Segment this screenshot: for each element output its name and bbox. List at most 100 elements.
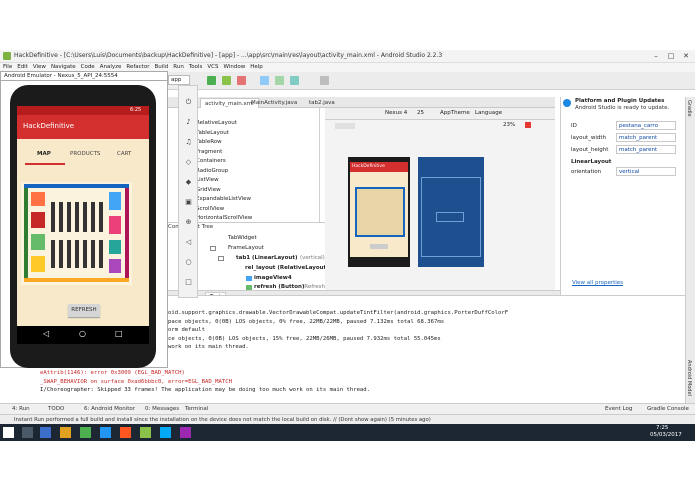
- palette-item[interactable]: Containers: [196, 158, 226, 164]
- refresh-button[interactable]: REFRESH: [68, 304, 100, 317]
- palette-item[interactable]: RadioGroup: [196, 168, 228, 174]
- tool-run[interactable]: 4: Run: [12, 406, 30, 412]
- preview-refresh-button: [370, 244, 388, 249]
- start-icon[interactable]: [3, 427, 14, 438]
- tab-tab2[interactable]: tab2.java: [305, 98, 339, 108]
- volume-up-icon[interactable]: ♪: [184, 118, 193, 127]
- map-aisle: [99, 240, 103, 268]
- tool-messages[interactable]: 0: Messages: [145, 406, 179, 412]
- taskbar-app-icon[interactable]: [180, 427, 191, 438]
- android-studio-icon: [3, 52, 11, 60]
- tab-products[interactable]: PRODUCTS: [70, 151, 100, 157]
- clock-time[interactable]: 7:25: [656, 425, 668, 431]
- tree-item-imageview4[interactable]: imageView4: [254, 275, 292, 281]
- prop-orientation-value[interactable]: vertical: [616, 167, 676, 176]
- run-config-select[interactable]: app: [168, 75, 190, 85]
- screenshot-icon[interactable]: ▣: [184, 198, 193, 207]
- map-aisle: [75, 240, 79, 268]
- api-select[interactable]: 25: [417, 110, 424, 116]
- map-section: [31, 234, 45, 250]
- taskbar-app-icon[interactable]: [40, 427, 51, 438]
- tool-event-log[interactable]: Event Log: [605, 406, 632, 412]
- palette-item[interactable]: ScrollView: [196, 206, 224, 212]
- prop-width-value[interactable]: match_parent: [616, 133, 676, 142]
- zoom-icon[interactable]: ⊕: [184, 218, 193, 227]
- tool-window-bar: 4: Run TODO 6: Android Monitor 0: Messag…: [0, 403, 695, 414]
- prop-id-value[interactable]: pestana_carro: [616, 121, 676, 130]
- close-button[interactable]: ✕: [679, 51, 693, 61]
- palette-item[interactable]: HorizontalScrollView: [196, 215, 252, 221]
- palette-item[interactable]: TableLayout: [196, 130, 229, 136]
- prop-width-label: layout_width: [571, 135, 607, 141]
- taskbar-app-icon[interactable]: [160, 427, 171, 438]
- palette-item[interactable]: RelativeLayout: [196, 120, 237, 126]
- minimize-button[interactable]: –: [649, 51, 663, 61]
- menu-tools[interactable]: Tools: [189, 63, 203, 72]
- android-model-tool-button[interactable]: Android Model: [686, 360, 692, 396]
- blueprint-preview[interactable]: [418, 157, 484, 267]
- tool-gradle-console[interactable]: Gradle Console: [647, 406, 689, 412]
- tool-android-monitor[interactable]: 6: Android Monitor: [84, 406, 135, 412]
- taskbar-app-icon[interactable]: [140, 427, 151, 438]
- map-aisle: [83, 202, 87, 232]
- avd-manager-icon[interactable]: [275, 76, 284, 85]
- sync-icon[interactable]: [260, 76, 269, 85]
- taskbar-app-icon[interactable]: [120, 427, 131, 438]
- power-icon[interactable]: ⏻: [184, 98, 193, 107]
- palette-item[interactable]: ExpandableListView: [196, 196, 251, 202]
- stop-icon[interactable]: [237, 76, 246, 85]
- tab-cart[interactable]: CART: [117, 151, 131, 157]
- rotate-right-icon[interactable]: ◆: [184, 178, 193, 187]
- search-icon[interactable]: [22, 427, 33, 438]
- store-map-image: [21, 182, 132, 285]
- tree-item-rel-layout[interactable]: rel_layout (RelativeLayout): [245, 265, 329, 271]
- image-icon: [246, 276, 252, 281]
- home-icon[interactable]: ○: [184, 258, 193, 267]
- maximize-button[interactable]: □: [664, 51, 678, 61]
- taskbar-app-icon[interactable]: [80, 427, 91, 438]
- home-icon[interactable]: ○: [79, 329, 86, 338]
- map-section: [31, 212, 45, 228]
- tree-item-tab1[interactable]: tab1 (LinearLayout): [236, 255, 297, 261]
- palette-item[interactable]: ListView: [196, 177, 219, 183]
- tree-item-framelayout[interactable]: FrameLayout: [228, 245, 264, 251]
- tab-main-activity[interactable]: MainActivity.java: [247, 98, 301, 108]
- map-aisle: [83, 240, 87, 268]
- help-icon[interactable]: [320, 76, 329, 85]
- device-select[interactable]: Nexus 4: [385, 110, 407, 116]
- sdk-manager-icon[interactable]: [290, 76, 299, 85]
- palette-item[interactable]: GridView: [196, 187, 221, 193]
- tree-item-tabwidget[interactable]: TabWidget: [228, 235, 257, 241]
- menu-run[interactable]: Run: [173, 63, 184, 72]
- error-icon[interactable]: [525, 122, 531, 128]
- recents-icon[interactable]: □: [115, 329, 123, 338]
- app-title: HackDefinitive: [23, 122, 75, 130]
- theme-select[interactable]: AppTheme: [440, 110, 470, 116]
- clock-date[interactable]: 05/03/2017: [650, 432, 682, 438]
- volume-down-icon[interactable]: ♫: [184, 138, 193, 147]
- language-select[interactable]: Language: [475, 110, 502, 116]
- tool-terminal[interactable]: Terminal: [185, 406, 208, 412]
- overview-icon[interactable]: □: [184, 278, 193, 287]
- menu-help[interactable]: Help: [250, 63, 263, 72]
- gradle-tool-button[interactable]: Gradle: [686, 100, 692, 117]
- layout-preview[interactable]: HackDefinitive: [348, 157, 410, 267]
- design-toolbar: Nexus 4 25 AppTheme Language: [325, 108, 555, 120]
- taskbar-app-icon[interactable]: [100, 427, 111, 438]
- tab-map[interactable]: MAP: [37, 151, 51, 157]
- palette-item[interactable]: TableRow: [196, 139, 222, 145]
- palette-item[interactable]: Fragment: [196, 149, 222, 155]
- rotate-left-icon[interactable]: ◇: [184, 158, 193, 167]
- prop-height-value[interactable]: match_parent: [616, 145, 676, 154]
- view-all-properties-link[interactable]: View all properties: [572, 280, 623, 286]
- menu-window[interactable]: Window: [224, 63, 246, 72]
- back-icon[interactable]: ◁: [184, 238, 193, 247]
- tool-todo[interactable]: TODO: [48, 406, 64, 412]
- map-section: [109, 240, 121, 254]
- run-icon[interactable]: [207, 76, 216, 85]
- preview-map-image: [355, 187, 405, 237]
- menu-vcs[interactable]: VCS: [207, 63, 218, 72]
- taskbar-app-icon[interactable]: [60, 427, 71, 438]
- debug-icon[interactable]: [222, 76, 231, 85]
- back-icon[interactable]: ◁: [43, 329, 49, 338]
